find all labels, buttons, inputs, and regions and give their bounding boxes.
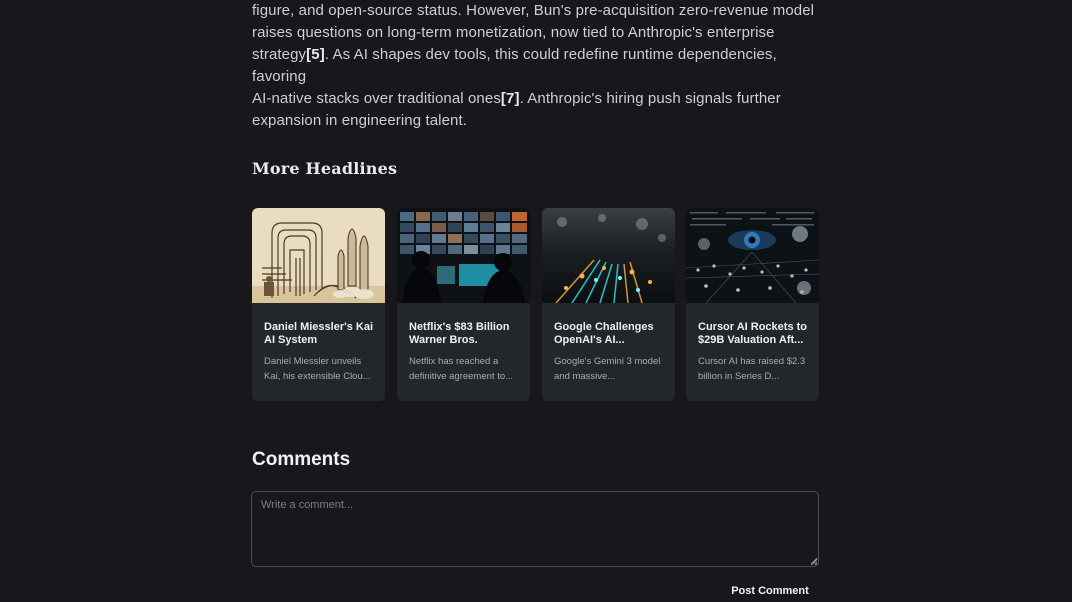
headline-thumbnail-digital-eye bbox=[686, 208, 819, 303]
article-line: figure, and open-source status. However,… bbox=[252, 2, 815, 19]
comment-input[interactable] bbox=[251, 491, 819, 567]
article-line: expansion in engineering talent. bbox=[252, 112, 468, 129]
article-line: raises questions on long-term monetizati… bbox=[252, 24, 775, 41]
headline-thumbnail-circuit-board bbox=[542, 208, 675, 303]
headline-card-title: Cursor AI Rockets to $29B Valuation Aft.… bbox=[698, 321, 808, 346]
article-line: AI-native stacks over traditional ones[7… bbox=[252, 88, 822, 110]
headline-card-description: Daniel Miessler unveils Kai, his extensi… bbox=[264, 356, 371, 382]
headline-card[interactable]: Google Challenges OpenAI's AI... Google'… bbox=[542, 208, 675, 401]
article-body: figure, and open-source status. However,… bbox=[252, 0, 822, 132]
headline-card-description: Google's Gemini 3 model and massive... bbox=[554, 356, 661, 382]
post-comment-button[interactable]: Post Comment bbox=[722, 580, 818, 602]
headline-card-title: Daniel Miessler's Kai AI System bbox=[264, 321, 374, 346]
article-text: strategy bbox=[252, 46, 307, 63]
comments-title: Comments bbox=[252, 449, 351, 470]
article-line: strategy[5]. As AI shapes dev tools, thi… bbox=[252, 44, 822, 88]
article-text: . As AI shapes dev tools, this could red… bbox=[252, 46, 777, 85]
headline-thumbnail-rocket-illustration bbox=[252, 208, 385, 303]
more-headlines-title: More Headlines bbox=[252, 159, 398, 178]
citation-link[interactable]: [7] bbox=[501, 90, 520, 107]
headline-card-description: Netflix has reached a definitive agreeme… bbox=[409, 356, 514, 382]
headline-thumbnail-video-wall bbox=[397, 208, 530, 303]
headline-cards: Daniel Miessler's Kai AI System Daniel M… bbox=[252, 208, 820, 401]
article-text: AI-native stacks over traditional ones bbox=[252, 90, 501, 107]
headline-card-title: Google Challenges OpenAI's AI... bbox=[554, 321, 654, 346]
headline-card-title: Netflix's $83 Billion Warner Bros. Gambl… bbox=[409, 321, 510, 348]
headline-card-description: Cursor AI has raised $2.3 billion in Ser… bbox=[698, 356, 806, 382]
headline-card[interactable]: Daniel Miessler's Kai AI System Daniel M… bbox=[252, 208, 385, 401]
article-text: . Anthropic's hiring push signals furthe… bbox=[519, 90, 781, 107]
headline-card[interactable]: Cursor AI Rockets to $29B Valuation Aft.… bbox=[686, 208, 819, 401]
headline-card[interactable]: Netflix's $83 Billion Warner Bros. Gambl… bbox=[397, 208, 530, 401]
citation-link[interactable]: [5] bbox=[306, 46, 325, 63]
